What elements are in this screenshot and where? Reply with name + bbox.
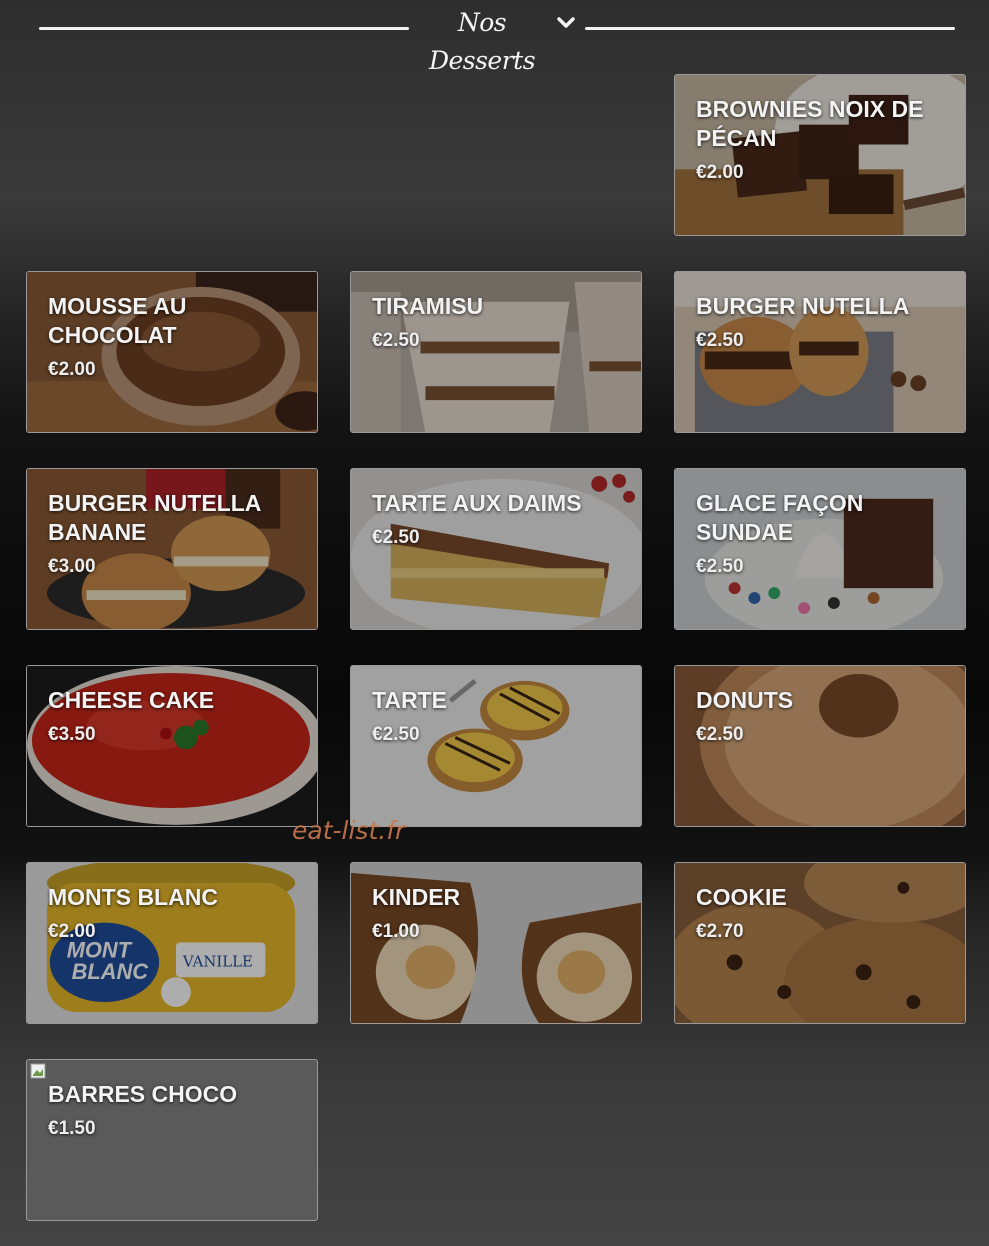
- dessert-price: €2.00: [48, 921, 96, 942]
- watermark: eat-list.fr: [292, 816, 406, 845]
- section-header: Nos Desserts: [0, 0, 989, 75]
- header-divider-left: [39, 27, 409, 30]
- dessert-card-tiramisu[interactable]: TIRAMISU €2.50: [350, 271, 642, 433]
- dessert-name: BROWNIES NOIX DE PÉCAN: [696, 96, 924, 151]
- dessert-price: €1.00: [372, 921, 420, 942]
- dessert-name: KINDER: [372, 884, 461, 910]
- dessert-name: TIRAMISU: [372, 293, 484, 319]
- dessert-name: TARTE AUX DAIMS: [372, 490, 582, 516]
- dessert-price: €2.50: [372, 527, 420, 548]
- dessert-price: €2.50: [696, 330, 744, 351]
- header-divider-right: [585, 27, 955, 30]
- dessert-name: BURGER NUTELLA: [696, 293, 910, 319]
- dessert-price: €2.50: [372, 330, 420, 351]
- dessert-card-brownies[interactable]: BROWNIES NOIX DE PÉCAN €2.00: [674, 74, 966, 236]
- dessert-price: €2.00: [696, 162, 744, 183]
- dessert-price: €2.50: [696, 724, 744, 745]
- chevron-down-icon[interactable]: [555, 12, 577, 34]
- dessert-name: BARRES CHOCO: [48, 1081, 238, 1107]
- dessert-price: €1.50: [48, 1118, 96, 1139]
- dessert-card-glace-sundae[interactable]: GLACE FAÇON SUNDAE €2.50: [674, 468, 966, 630]
- dessert-name: MONTS BLANC: [48, 884, 218, 910]
- dessert-name: GLACE FAÇON SUNDAE: [696, 490, 864, 545]
- dessert-card-donuts[interactable]: DONUTS €2.50: [674, 665, 966, 827]
- dessert-card-cookie[interactable]: COOKIE €2.70: [674, 862, 966, 1024]
- dessert-price: €2.00: [48, 359, 96, 380]
- dessert-card-burger-nutella[interactable]: BURGER NUTELLA €2.50: [674, 271, 966, 433]
- dessert-card-barres-choco[interactable]: BARRES CHOCO €1.50: [26, 1059, 318, 1221]
- dessert-name: MOUSSE AU CHOCOLAT: [48, 293, 187, 348]
- dessert-price: €2.50: [372, 724, 420, 745]
- dessert-card-tarte-aux-daims[interactable]: TARTE AUX DAIMS €2.50: [350, 468, 642, 630]
- dessert-card-mousse[interactable]: MOUSSE AU CHOCOLAT €2.00: [26, 271, 318, 433]
- dessert-name: TARTE: [372, 687, 447, 713]
- dessert-card-burger-nutella-banane[interactable]: BURGER NUTELLA BANANE €3.00: [26, 468, 318, 630]
- dessert-name: COOKIE: [696, 884, 787, 910]
- dessert-card-cheese-cake[interactable]: CHEESE CAKE €3.50: [26, 665, 318, 827]
- dessert-card-tarte[interactable]: TARTE €2.50: [350, 665, 642, 827]
- section-title[interactable]: Nos Desserts: [412, 4, 552, 80]
- dessert-name: DONUTS: [696, 687, 794, 713]
- dessert-price: €3.00: [48, 556, 96, 577]
- dessert-price: €2.70: [696, 921, 744, 942]
- dessert-name: BURGER NUTELLA BANANE: [48, 490, 261, 545]
- dessert-card-kinder[interactable]: KINDER €1.00: [350, 862, 642, 1024]
- dessert-name: CHEESE CAKE: [48, 687, 215, 713]
- broken-image-icon: [30, 1063, 46, 1079]
- dessert-price: €2.50: [696, 556, 744, 577]
- dessert-card-monts-blanc[interactable]: MONT BLANC VANILLE MONTS BLANC €2.00: [26, 862, 318, 1024]
- dessert-price: €3.50: [48, 724, 96, 745]
